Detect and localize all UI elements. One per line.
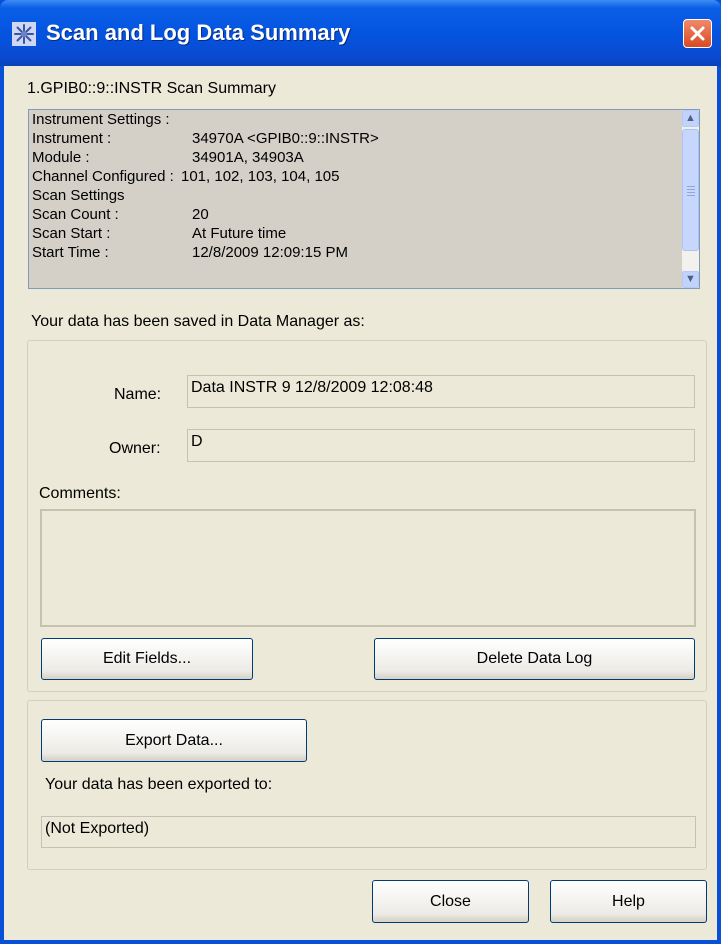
summary-row-label: Instrument :: [32, 130, 112, 147]
summary-row-value: 12/8/2009 12:09:15 PM: [192, 244, 348, 261]
chevron-up-icon: ▲: [685, 112, 696, 124]
summary-scrollbar[interactable]: ▲ ▼: [682, 110, 699, 288]
comments-field[interactable]: [40, 509, 696, 627]
summary-row-label: Scan Count :: [32, 206, 119, 223]
summary-row-value: At Future time: [192, 225, 287, 242]
summary-row-label: Module :: [32, 149, 90, 166]
scan-summary-box[interactable]: Instrument Settings : Instrument : 34970A…: [28, 109, 700, 289]
data-manager-group: Name: Data INSTR 9 12/8/2009 12:08:48 Ow…: [27, 340, 707, 692]
scrollbar-thumb[interactable]: [682, 129, 699, 251]
summary-row: Scan Count : 20: [32, 205, 680, 224]
thumb-grip: [687, 195, 695, 196]
owner-field[interactable]: D: [187, 429, 695, 462]
summary-row-label: Start Time :: [32, 244, 109, 261]
help-button[interactable]: Help: [550, 880, 707, 923]
summary-row-label: Scan Start :: [32, 225, 111, 242]
dialog-body: 1.GPIB0::9::INSTR Scan Summary Instrumen…: [4, 66, 717, 940]
name-label: Name:: [114, 386, 162, 403]
summary-row: Start Time : 12/8/2009 12:09:15 PM: [32, 243, 680, 262]
window-title: Scan and Log Data Summary: [46, 20, 351, 45]
exported-message: Your data has been exported to:: [45, 776, 273, 793]
summary-row: Scan Settings: [32, 186, 680, 205]
summary-row-label: Scan Settings: [32, 187, 125, 204]
close-button[interactable]: Close: [372, 880, 529, 923]
export-path-field: (Not Exported): [41, 816, 696, 848]
scroll-up-button[interactable]: ▲: [682, 110, 699, 127]
summary-row: Instrument : 34970A <GPIB0::9::INSTR>: [32, 129, 680, 148]
title-bar[interactable]: Scan and Log Data Summary: [0, 0, 721, 66]
summary-row-value: 34970A <GPIB0::9::INSTR>: [192, 130, 379, 147]
scroll-down-button[interactable]: ▼: [682, 271, 699, 288]
agilent-spark-icon: [12, 22, 36, 46]
thumb-grip: [687, 186, 695, 187]
chevron-down-icon: ▼: [685, 273, 696, 285]
thumb-grip: [687, 192, 695, 193]
dialog-window: Scan and Log Data Summary 1.GPIB0::9::IN…: [0, 0, 721, 944]
export-group: Export Data... Your data has been export…: [27, 700, 707, 870]
summary-row-value: 20: [192, 206, 209, 223]
summary-row: Channel Configured : 101, 102, 103, 104, …: [32, 167, 680, 186]
summary-row-label: Channel Configured :: [32, 168, 174, 185]
close-icon: [690, 26, 705, 41]
summary-row: Scan Start : At Future time: [32, 224, 680, 243]
export-data-button[interactable]: Export Data...: [41, 719, 307, 762]
saved-message: Your data has been saved in Data Manager…: [31, 313, 365, 330]
summary-row-label: Instrument Settings :: [32, 111, 170, 128]
scan-summary-heading: 1.GPIB0::9::INSTR Scan Summary: [27, 80, 276, 97]
edit-fields-button[interactable]: Edit Fields...: [41, 638, 253, 680]
name-field[interactable]: Data INSTR 9 12/8/2009 12:08:48: [187, 375, 695, 408]
summary-row: Module : 34901A, 34903A: [32, 148, 680, 167]
thumb-grip: [687, 189, 695, 190]
summary-row-value: 34901A, 34903A: [192, 149, 304, 166]
scan-summary-rows: Instrument Settings : Instrument : 34970A…: [32, 110, 680, 262]
close-window-button[interactable]: [683, 19, 712, 48]
comments-label: Comments:: [39, 485, 121, 502]
summary-row: Instrument Settings :: [32, 110, 680, 129]
summary-row-value: 101, 102, 103, 104, 105: [181, 168, 340, 185]
owner-label: Owner:: [109, 440, 161, 457]
delete-data-log-button[interactable]: Delete Data Log: [374, 638, 695, 680]
